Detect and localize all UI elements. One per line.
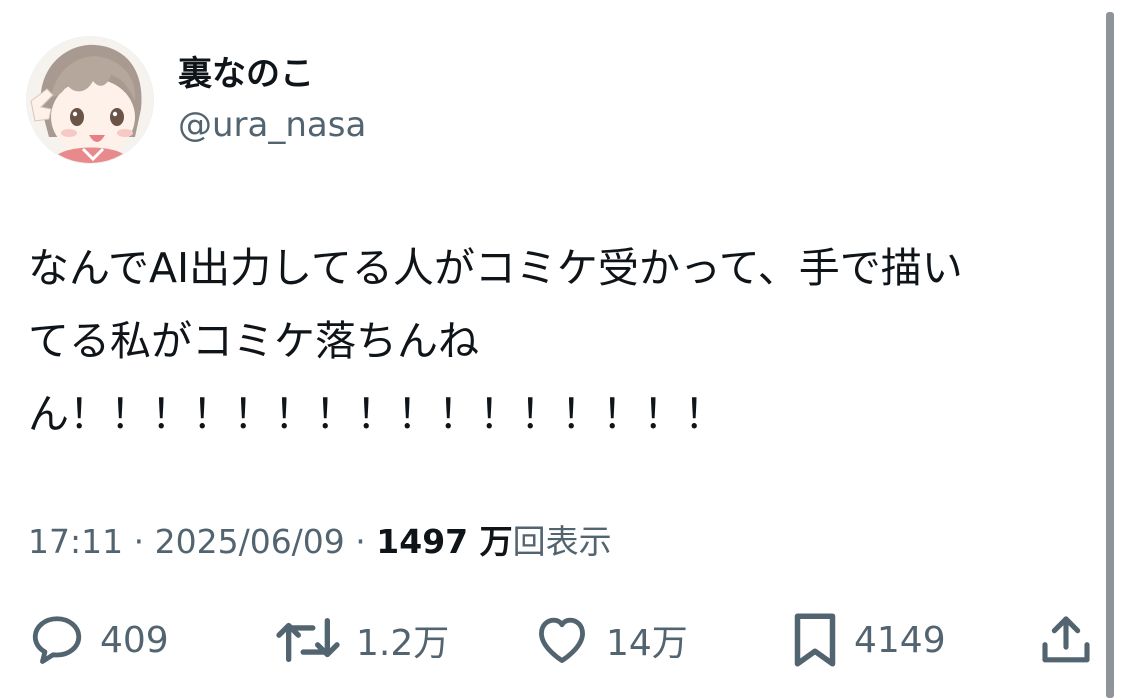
avatar[interactable] xyxy=(26,36,154,164)
user-handle[interactable]: @ura_nasa xyxy=(178,102,366,148)
tweet-line: てる私がコミケ落ちんね xyxy=(28,317,479,365)
meta-separator: · xyxy=(344,522,377,561)
like-button[interactable]: 14万 xyxy=(532,608,688,672)
views-count: 1497 万 xyxy=(376,522,513,561)
reply-icon xyxy=(32,616,82,664)
tweet-time[interactable]: 17:11 xyxy=(28,522,123,561)
tweet-header: 裏なのこ @ura_nasa xyxy=(26,36,366,164)
views-label: 回表示 xyxy=(512,522,612,561)
share-button[interactable] xyxy=(1038,608,1094,672)
bookmark-count: 4149 xyxy=(854,619,946,661)
tweet-date[interactable]: 2025/06/09 xyxy=(155,522,345,561)
avatar-illustration-icon xyxy=(27,37,153,163)
bookmark-button[interactable]: 4149 xyxy=(790,608,946,672)
share-icon xyxy=(1042,616,1090,663)
bookmark-icon xyxy=(794,613,836,667)
scrollbar[interactable] xyxy=(1106,12,1114,698)
heart-icon xyxy=(539,617,585,663)
reply-count: 409 xyxy=(100,619,169,661)
repost-count: 1.2万 xyxy=(356,623,450,664)
tweet-meta: 17:11 · 2025/06/09 · 1497 万回表示 xyxy=(28,518,612,566)
tweet-line: ん！！！！！！！！！！！！！！！！ xyxy=(28,390,725,438)
tweet-text: なんでAI出力してる人がコミケ受かって、手で描い てる私がコミケ落ちんね ん！！… xyxy=(28,232,1078,451)
like-count: 14万 xyxy=(606,623,688,664)
action-bar: 409 1.2万 14万 4149 xyxy=(28,608,1098,672)
display-name[interactable]: 裏なのこ xyxy=(178,52,366,96)
tweet-line: なんでAI出力してる人がコミケ受かって、手で描い xyxy=(28,244,963,292)
repost-icon xyxy=(276,618,340,662)
meta-separator: · xyxy=(123,522,155,561)
repost-button[interactable]: 1.2万 xyxy=(274,608,449,672)
reply-button[interactable]: 409 xyxy=(28,608,169,672)
user-names: 裏なのこ @ura_nasa xyxy=(178,52,366,148)
